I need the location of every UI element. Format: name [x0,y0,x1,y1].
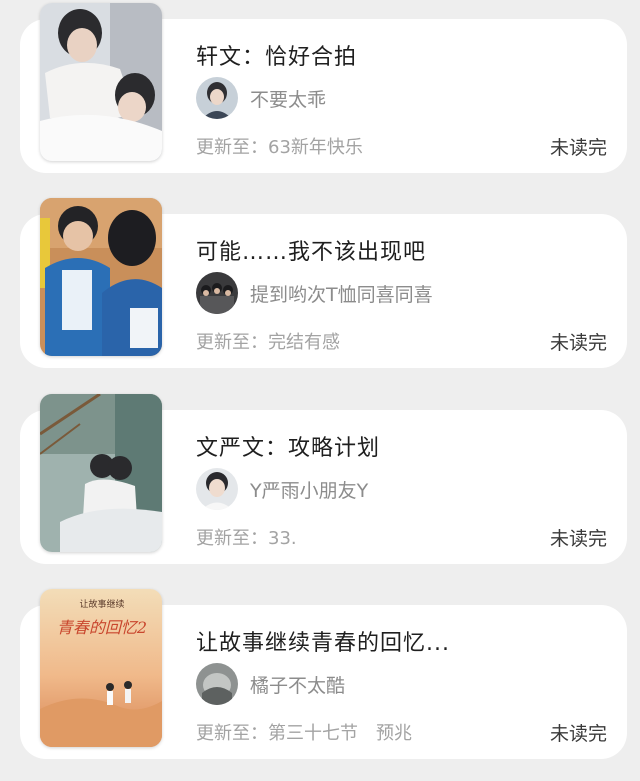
read-status: 未读完 [549,723,607,745]
book-card[interactable]: 可能……我不该出现吧 提到哟次T恤同喜同喜 更新至：完结有感 未读完 [20,198,627,368]
author-name: Y严雨小朋友Y [250,479,369,502]
update-prefix: 更新至： [196,723,268,744]
read-status: 未读完 [549,137,607,159]
update-prefix: 更新至： [196,137,268,158]
book-cover[interactable] [40,198,162,356]
book-card[interactable]: 让故事继续 青春的回忆2 让故事继续青春的回忆... 橘子不太酷 更新至：第三十… [20,589,627,759]
update-info: 更新至：63新年快乐 [196,133,363,159]
update-chapter: 33. [268,528,297,549]
update-chapter: 完结有感 [268,332,340,353]
update-prefix: 更新至： [196,528,268,549]
book-author[interactable]: 不要太乖 [196,77,326,119]
book-author[interactable]: Y严雨小朋友Y [196,468,368,510]
book-title: 可能……我不该出现吧 [196,240,427,265]
book-cover[interactable] [40,3,162,161]
update-info: 更新至：完结有感 [196,328,340,354]
author-name: 橘子不太酷 [250,674,346,697]
read-status: 未读完 [549,332,607,354]
book-card[interactable]: 轩文：恰好合拍 不要太乖 更新至：63新年快乐 未读完 [20,3,627,173]
bookshelf-list: 轩文：恰好合拍 不要太乖 更新至：63新年快乐 未读完 可能……我不该出现吧 提… [0,0,640,781]
update-chapter: 第三十七节 预兆 [268,723,412,744]
book-title: 文严文：攻略计划 [196,436,381,461]
update-info: 更新至：33. [196,524,297,550]
author-name: 提到哟次T恤同喜同喜 [250,283,433,306]
cover-subtitle: 让故事继续 [79,598,124,610]
author-name: 不要太乖 [250,88,327,111]
book-title: 让故事继续青春的回忆... [196,631,450,656]
update-prefix: 更新至： [196,332,268,353]
book-author[interactable]: 橘子不太酷 [196,663,345,705]
book-card[interactable]: 文严文：攻略计划 Y严雨小朋友Y 更新至：33. 未读完 [20,394,627,564]
cover-title: 青春的回忆2 [57,618,147,637]
book-cover[interactable]: 让故事继续 青春的回忆2 [40,589,162,747]
author-avatar [196,77,238,119]
author-avatar [196,663,238,705]
book-author[interactable]: 提到哟次T恤同喜同喜 [196,272,433,314]
author-avatar [196,272,238,314]
book-title: 轩文：恰好合拍 [196,45,358,70]
read-status: 未读完 [549,528,607,550]
author-avatar [196,468,238,510]
update-info: 更新至：第三十七节 预兆 [196,719,412,745]
book-cover[interactable] [40,394,162,552]
update-chapter: 63新年快乐 [268,137,363,158]
